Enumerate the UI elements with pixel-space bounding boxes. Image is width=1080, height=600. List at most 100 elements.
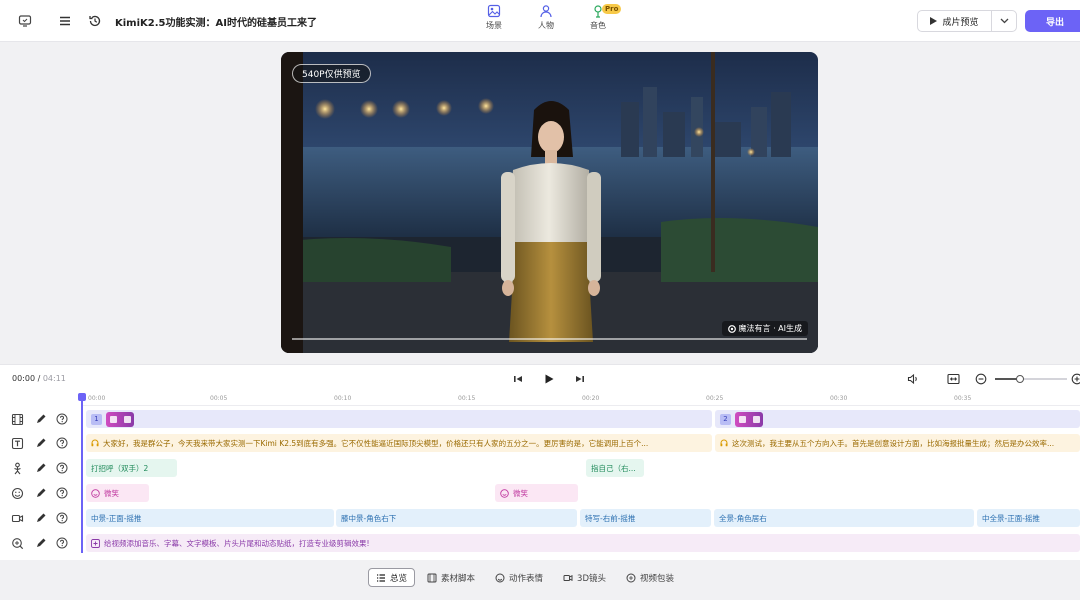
top-nav: 场景 人物 Pro 音色 [478, 4, 622, 31]
time-ruler[interactable]: 00:00 00:05 00:10 00:15 00:20 00:25 00:3… [82, 392, 1080, 406]
script-text: 这次测试，我主要从五个方向入手。首先是创意设计方面，比如海报批量生成；然后是办公… [732, 438, 1055, 448]
project-title[interactable]: KimiK2.5功能实测：AI时代的硅基员工来了 [115, 14, 317, 29]
ruler-tick: 00:35 [954, 395, 972, 402]
headset-icon [91, 439, 99, 447]
history-icon[interactable] [83, 9, 107, 33]
watermark-logo-icon [727, 324, 736, 333]
expression-track: 微笑 微笑 [0, 482, 1080, 504]
ai-watermark: 魔法有言 · AI生成 [721, 321, 808, 336]
help-icon[interactable] [56, 537, 68, 549]
time-display: 00:00 / 04:11 [12, 374, 66, 383]
person-icon [539, 4, 553, 18]
bottom-tab-bar: 总览 素材脚本 动作表情 3D镜头 视频包装 [0, 560, 1080, 600]
edit-pencil-icon[interactable] [35, 537, 47, 549]
volume-icon[interactable] [905, 371, 921, 387]
ruler-tick: 00:25 [706, 395, 724, 402]
total-time: 04:11 [42, 374, 66, 383]
camera-clip[interactable]: 中景-正面-摇推 [86, 509, 334, 527]
gesture-icon [11, 462, 24, 475]
export-button[interactable]: 导出 [1025, 10, 1080, 32]
scene-number: 1 [91, 413, 102, 425]
video-frame-image [281, 52, 818, 353]
scene-thumbnail [735, 411, 763, 427]
skip-back-icon[interactable] [510, 371, 526, 387]
edit-pencil-icon[interactable] [35, 487, 47, 499]
camera-clip[interactable]: 全景-角色居右 [714, 509, 974, 527]
edit-pencil-icon[interactable] [35, 462, 47, 474]
top-bar: KimiK2.5功能实测：AI时代的硅基员工来了 场景 人物 Pro 音色 成片… [0, 0, 1080, 42]
zoom-in-icon[interactable] [1069, 371, 1080, 387]
packaging-hint: 给视频添加音乐、字幕、文字模板、片头片尾和动态贴纸，打造专业级剪辑效果! [104, 538, 370, 548]
preview-button[interactable]: 成片预览 [917, 10, 1017, 32]
zoom-out-icon[interactable] [973, 371, 989, 387]
expression-clip[interactable]: 微笑 [495, 484, 578, 502]
help-icon[interactable] [56, 487, 68, 499]
help-icon[interactable] [56, 462, 68, 474]
video-progress-bar[interactable] [292, 338, 807, 340]
ruler-tick: 00:20 [582, 395, 600, 402]
action-clip[interactable]: 打招呼（双手）2 [86, 459, 177, 477]
preview-main[interactable]: 成片预览 [918, 11, 992, 31]
video-preview[interactable]: 540P仅供预览 魔法有言 · AI生成 [281, 52, 818, 353]
scene-clip[interactable]: 2 [715, 410, 1080, 428]
tab-label: 素材脚本 [441, 573, 476, 584]
expression-clip[interactable]: 微笑 [86, 484, 149, 502]
camera-icon [11, 512, 24, 525]
script-text: 大家好，我是群公子，今天我来带大家实测一下Kimi K2.5到底有多强。它不仅性… [103, 438, 649, 448]
ruler-tick: 00:05 [210, 395, 228, 402]
ruler-tick: 00:30 [830, 395, 848, 402]
scene-icon [487, 4, 501, 18]
edit-pencil-icon[interactable] [35, 512, 47, 524]
watermark-text: 魔法有言 · AI生成 [738, 324, 802, 333]
menu-icon[interactable] [53, 9, 77, 33]
nav-scene[interactable]: 场景 [478, 4, 510, 31]
smile-icon [500, 488, 509, 498]
nav-voice[interactable]: Pro 音色 [582, 4, 622, 31]
camera-icon [563, 574, 573, 581]
tab-label: 动作表情 [509, 573, 544, 584]
tab-action-expression[interactable]: 动作表情 [487, 568, 551, 587]
tab-label: 总览 [390, 573, 408, 584]
ruler-tick: 00:15 [458, 395, 476, 402]
expression-label: 微笑 [513, 488, 528, 498]
help-icon[interactable] [56, 437, 68, 449]
tab-material-script[interactable]: 素材脚本 [419, 568, 483, 587]
camera-clip[interactable]: 中全景-正面-摇推 [977, 509, 1080, 527]
resolution-badge: 540P仅供预览 [292, 64, 371, 83]
tab-overview[interactable]: 总览 [368, 568, 416, 587]
edit-pencil-icon[interactable] [35, 413, 47, 425]
monitor-icon[interactable] [13, 9, 37, 33]
camera-track: 中景-正面-摇推 膝中景-角色右下 特写-右前-摇推 全景-角色居右 中全景-正… [0, 507, 1080, 529]
packaging-clip[interactable]: 给视频添加音乐、字幕、文字模板、片头片尾和动态贴纸，打造专业级剪辑效果! [86, 534, 1080, 552]
tab-3d-camera[interactable]: 3D镜头 [555, 568, 614, 587]
action-clip[interactable]: 指自己（右... [586, 459, 644, 477]
help-icon[interactable] [56, 413, 68, 425]
nav-person-label: 人物 [538, 21, 554, 30]
fit-width-icon[interactable] [945, 371, 961, 387]
script-clip[interactable]: 这次测试，我主要从五个方向入手。首先是创意设计方面，比如海报批量生成；然后是办公… [715, 434, 1080, 452]
nav-person[interactable]: 人物 [530, 4, 562, 31]
script-clip[interactable]: 大家好，我是群公子，今天我来带大家实测一下Kimi K2.5到底有多强。它不仅性… [86, 434, 712, 452]
play-button[interactable] [541, 371, 557, 387]
camera-clip[interactable]: 特写-右前-摇推 [580, 509, 711, 527]
playback-controls: 00:00 / 04:11 [0, 364, 1080, 392]
scene-clip[interactable]: 1 [86, 410, 712, 428]
scene-number: 2 [720, 413, 731, 425]
tab-video-packaging[interactable]: 视频包装 [618, 568, 682, 587]
preview-label: 成片预览 [942, 17, 979, 28]
scene-track: 1 2 [0, 408, 1080, 430]
edit-pencil-icon[interactable] [35, 437, 47, 449]
zoom-slider-knob[interactable] [1016, 375, 1025, 383]
skip-forward-icon[interactable] [572, 371, 588, 387]
list-icon [377, 573, 385, 582]
current-time: 00:00 [12, 374, 36, 383]
scene-thumbnail [106, 411, 134, 427]
timeline: 00:00 00:05 00:10 00:15 00:20 00:25 00:3… [0, 392, 1080, 560]
playhead[interactable] [78, 393, 86, 553]
play-icon [930, 17, 938, 25]
chevron-down-icon[interactable] [992, 11, 1016, 31]
headset-icon [720, 439, 728, 447]
zoom-slider[interactable] [995, 375, 1067, 383]
camera-clip[interactable]: 膝中景-角色右下 [336, 509, 577, 527]
help-icon[interactable] [56, 512, 68, 524]
